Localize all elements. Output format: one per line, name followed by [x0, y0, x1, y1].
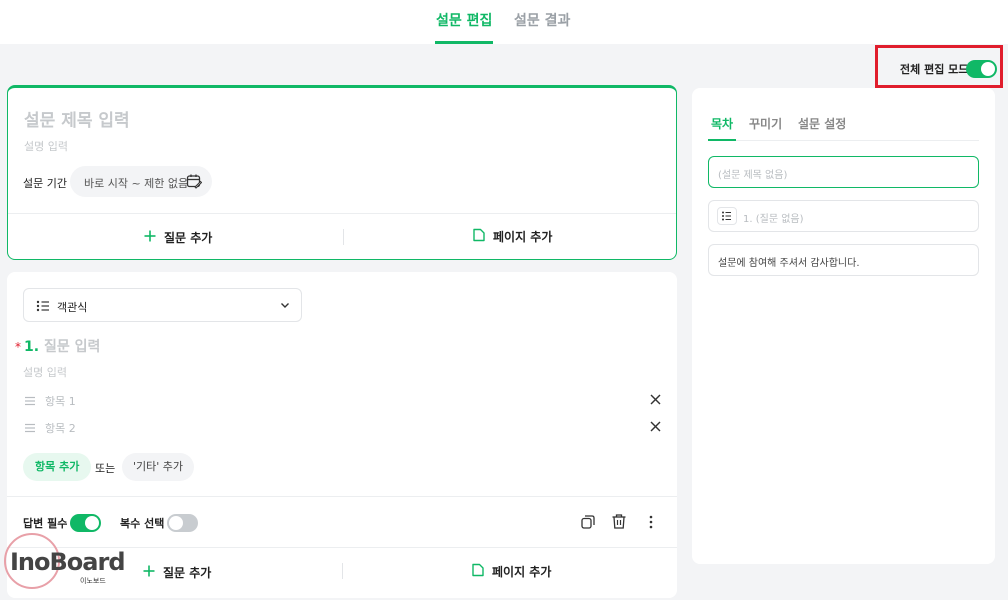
close-icon[interactable] [650, 421, 661, 435]
edit-mode-label: 전체 편집 모드 [900, 63, 969, 76]
drag-handle-icon[interactable] [25, 395, 35, 409]
add-page-button[interactable]: 페이지 추가 [472, 563, 551, 580]
add-page-button[interactable]: 페이지 추가 [473, 228, 552, 245]
question-number: 1. [24, 339, 40, 355]
divider [343, 229, 344, 245]
survey-header-card: 설문 제목 입력 설명 입력 설문 기간 바로 시작 ~ 제한 없음 질문 추가… [7, 85, 677, 260]
option-input[interactable]: 항목 1 [45, 393, 76, 409]
sidebar-tab-design[interactable]: 꾸미기 [749, 115, 782, 132]
edit-mode-toggle[interactable] [966, 60, 997, 78]
top-navigation: 설문 편집 설문 결과 [0, 0, 1008, 44]
sidebar-tab-settings[interactable]: 설문 설정 [798, 115, 846, 132]
sidebar-tab-divider [708, 140, 979, 141]
question-title-input[interactable]: 1. 질문 입력 [24, 336, 100, 356]
or-label: 또는 [95, 462, 116, 475]
watermark-logo: InoBoard [10, 548, 125, 576]
multi-select-toggle[interactable] [167, 514, 198, 532]
required-label: 답변 필수 [23, 517, 68, 530]
toc-survey-title[interactable]: (설문 제목 없음) [708, 156, 979, 188]
close-icon[interactable] [650, 394, 661, 408]
add-option-button[interactable]: 항목 추가 [23, 453, 92, 481]
multi-select-label: 복수 선택 [120, 517, 165, 530]
question-type-select[interactable]: 객관식 [23, 288, 302, 322]
active-tab-indicator [435, 41, 493, 44]
inoboard-watermark: InoBoard 이노보드 [0, 530, 125, 600]
copy-icon[interactable] [581, 515, 595, 532]
divider [7, 496, 677, 497]
toc-survey-title-label: (설문 제목 없음) [718, 170, 788, 181]
toc-thanks-label: 설문에 참여해 주셔서 감사합니다. [718, 258, 860, 269]
tab-survey-edit[interactable]: 설문 편집 [436, 10, 492, 30]
add-question-label: 질문 추가 [163, 566, 212, 580]
toc-question-item[interactable]: 1. (질문 없음) [708, 200, 979, 232]
calendar-edit-icon [186, 173, 203, 192]
list-icon [36, 299, 50, 316]
sidebar-tab-contents[interactable]: 목차 [711, 115, 733, 132]
survey-title-input[interactable]: 설문 제목 입력 [24, 106, 130, 131]
add-other-button[interactable]: '기타' 추가 [122, 453, 195, 481]
more-vertical-icon[interactable] [649, 515, 653, 532]
add-question-button[interactable]: 질문 추가 [144, 229, 212, 246]
divider [8, 213, 676, 214]
trash-icon[interactable] [612, 514, 626, 532]
page-icon [473, 228, 485, 245]
list-icon [717, 207, 737, 225]
option-input[interactable]: 항목 2 [45, 420, 76, 436]
survey-period-button[interactable]: 바로 시작 ~ 제한 없음 [70, 166, 212, 197]
divider [342, 563, 343, 579]
option-row: 항목 1 [23, 391, 663, 411]
plus-icon [143, 565, 155, 580]
question-description-input[interactable]: 설명 입력 [23, 364, 67, 380]
edit-mode-highlight: 전체 편집 모드 [875, 45, 1003, 88]
option-row: 항목 2 [23, 418, 663, 438]
chevron-down-icon [279, 299, 291, 314]
sidebar-panel: 목차 꾸미기 설문 설정 (설문 제목 없음) 1. (질문 없음) 설문에 참… [692, 88, 995, 564]
toc-thanks-item[interactable]: 설문에 참여해 주셔서 감사합니다. [708, 244, 979, 276]
add-page-label: 페이지 추가 [492, 565, 552, 579]
required-indicator: * [15, 340, 21, 354]
add-question-label: 질문 추가 [164, 231, 213, 245]
survey-period-label: 설문 기간 [23, 177, 67, 190]
page-icon [472, 563, 484, 580]
survey-period-value: 바로 시작 ~ 제한 없음 [84, 177, 189, 190]
question-title-placeholder: 질문 입력 [43, 339, 101, 355]
watermark-sub: 이노보드 [80, 577, 106, 585]
add-page-label: 페이지 추가 [493, 230, 553, 244]
toc-question-label: 1. (질문 없음) [743, 214, 804, 225]
question-type-label: 객관식 [57, 301, 88, 314]
survey-description-input[interactable]: 설명 입력 [24, 138, 68, 154]
sidebar-active-tab-indicator [708, 139, 736, 141]
drag-handle-icon[interactable] [25, 422, 35, 436]
plus-icon [144, 230, 156, 245]
tab-survey-results[interactable]: 설문 결과 [514, 10, 570, 30]
add-question-button[interactable]: 질문 추가 [143, 564, 211, 581]
